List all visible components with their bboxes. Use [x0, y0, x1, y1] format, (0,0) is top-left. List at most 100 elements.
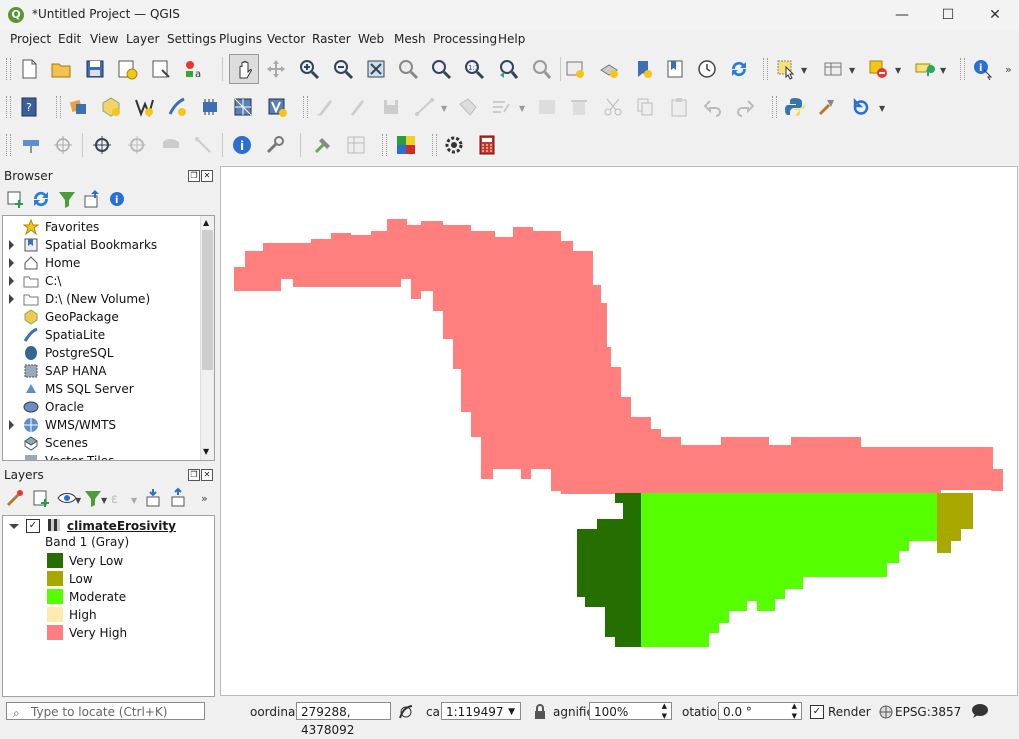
new-spatialite-layer-icon[interactable]	[164, 94, 190, 120]
new-bookmark-icon[interactable]	[630, 56, 656, 82]
menu-mesh[interactable]: Mesh	[394, 32, 426, 46]
scale-dropdown-arrow[interactable]: ▼	[508, 703, 515, 721]
visibility-dropdown-arrow[interactable]: ▼	[75, 496, 81, 505]
browser-close-icon[interactable]: ✕	[201, 170, 213, 182]
crs-globe-icon[interactable]	[878, 704, 894, 720]
browser-item[interactable]: D:\ (New Volume)	[3, 290, 214, 308]
style-manager-icon[interactable]: a	[181, 56, 207, 82]
map-canvas[interactable]	[220, 166, 1018, 696]
toggle-editing-icon[interactable]	[344, 94, 370, 120]
browser-item[interactable]: Scenes	[3, 434, 214, 452]
reset-track-icon[interactable]	[190, 132, 216, 158]
menu-help[interactable]: Help	[498, 32, 525, 46]
scroll-down-arrow[interactable]: ▼	[203, 447, 209, 456]
show-bookmarks-icon[interactable]	[662, 56, 688, 82]
browser-item[interactable]: WMS/WMTS	[3, 416, 214, 434]
menu-settings[interactable]: Settings	[167, 32, 216, 46]
attribute-table-icon[interactable]	[820, 56, 846, 82]
zoom-full-icon[interactable]	[363, 56, 389, 82]
zoom-out-icon[interactable]	[330, 56, 356, 82]
identify-features-icon[interactable]: i	[970, 56, 996, 82]
layer-visibility-checkbox[interactable]: ✓	[26, 519, 40, 533]
browser-item[interactable]: Vector Tiles	[3, 452, 214, 460]
browser-float-icon[interactable]: ❐	[188, 170, 200, 182]
plugin-manager-icon[interactable]	[310, 132, 336, 158]
zoom-last-icon[interactable]	[495, 56, 521, 82]
expand-arrow-icon[interactable]	[9, 294, 14, 304]
new-virtual-layer-icon[interactable]	[197, 94, 223, 120]
layer-collapse-arrow[interactable]	[9, 524, 19, 529]
menu-layer[interactable]: Layer	[126, 32, 159, 46]
toolbar-handle[interactable]	[6, 134, 11, 156]
zoom-native-icon[interactable]: 1:1	[461, 56, 487, 82]
new-shapefile-layer-icon[interactable]	[131, 94, 157, 120]
location-dropdown-arrow[interactable]: ▼	[940, 66, 946, 75]
select-features-icon[interactable]	[773, 56, 799, 82]
options-wrench-icon[interactable]	[262, 132, 288, 158]
menu-view[interactable]: View	[90, 32, 118, 46]
collapse-all-icon[interactable]	[168, 487, 190, 509]
browser-item[interactable]: GeoPackage	[3, 308, 214, 326]
expand-arrow-icon[interactable]	[9, 420, 14, 430]
browser-properties-icon[interactable]: i	[106, 188, 128, 210]
current-edits-icon[interactable]	[312, 94, 338, 120]
pan-to-selection-icon[interactable]	[263, 56, 289, 82]
new-3d-map-view-icon[interactable]	[596, 56, 622, 82]
expand-all-icon[interactable]	[143, 487, 165, 509]
zoom-in-icon[interactable]	[296, 56, 322, 82]
expression-dropdown-arrow[interactable]: ▼	[131, 496, 137, 505]
add-point-icon[interactable]	[124, 132, 150, 158]
layer-name[interactable]: climateErosivity	[67, 519, 176, 533]
filter-expression-icon[interactable]: ε	[108, 487, 130, 509]
select-dropdown-arrow[interactable]: ▼	[801, 66, 807, 75]
browser-item[interactable]: Favorites	[3, 218, 214, 236]
menu-project[interactable]: Project	[10, 32, 51, 46]
coordinate-field[interactable]: 279288, 4378092	[296, 702, 391, 737]
new-map-view-icon[interactable]	[562, 56, 588, 82]
new-mesh-layer-icon[interactable]	[230, 94, 256, 120]
menu-processing[interactable]: Processing	[433, 32, 497, 46]
modify-dropdown-arrow[interactable]: ▼	[519, 104, 525, 113]
browser-item[interactable]: SAP HANA	[3, 362, 214, 380]
crs-label[interactable]: EPSG:3857	[895, 705, 961, 719]
layer-styling-icon[interactable]	[4, 487, 26, 509]
maximize-button[interactable]: ☐	[925, 0, 971, 30]
menu-raster[interactable]: Raster	[312, 32, 351, 46]
processing-toolbox-icon[interactable]	[814, 94, 840, 120]
browser-item[interactable]: C:\	[3, 272, 214, 290]
temporal-controller-icon[interactable]	[694, 56, 720, 82]
toolbar-handle[interactable]	[6, 58, 11, 80]
edit-attributes-icon[interactable]	[534, 94, 560, 120]
rotation-spin-arrows[interactable]: ▲ ▼	[792, 701, 797, 721]
save-project-icon[interactable]	[82, 56, 108, 82]
scrollbar-thumb[interactable]	[202, 230, 213, 370]
magnifier-spin-arrows[interactable]: ▲ ▼	[662, 701, 667, 721]
processing-settings-gear-icon[interactable]	[441, 132, 467, 158]
new-project-icon[interactable]	[16, 56, 42, 82]
add-group-icon[interactable]	[30, 487, 52, 509]
menu-plugins[interactable]: Plugins	[219, 32, 262, 46]
browser-tree[interactable]: Favorites Spatial Bookmarks Home C:\ D:\ (Ne…	[2, 215, 215, 461]
pan-map-icon[interactable]	[229, 54, 259, 84]
model-history-icon[interactable]	[848, 94, 874, 120]
expand-arrow-icon[interactable]	[9, 276, 14, 286]
cut-features-icon[interactable]	[600, 94, 626, 120]
browser-item[interactable]: MS SQL Server	[3, 380, 214, 398]
toggle-extents-icon[interactable]	[397, 703, 415, 721]
select-by-location-icon[interactable]	[911, 56, 937, 82]
toolbar-handle[interactable]	[382, 134, 387, 156]
messages-icon[interactable]	[971, 703, 989, 719]
attribute-dropdown-arrow[interactable]: ▼	[849, 66, 855, 75]
digitize-line-icon[interactable]	[412, 94, 438, 120]
zoom-to-selection-icon[interactable]	[395, 56, 421, 82]
toolbar-handle[interactable]	[432, 134, 437, 156]
help-contents-icon[interactable]: ?	[16, 94, 42, 120]
menu-web[interactable]: Web	[358, 32, 384, 46]
browser-collapse-all-icon[interactable]	[81, 188, 103, 210]
zoom-to-layer-icon[interactable]	[428, 56, 454, 82]
history-dropdown-arrow[interactable]: ▼	[879, 104, 885, 113]
browser-item[interactable]: Spatial Bookmarks	[3, 236, 214, 254]
open-project-icon[interactable]	[48, 56, 74, 82]
close-button[interactable]: ✕	[972, 0, 1018, 30]
undo-icon[interactable]	[700, 94, 726, 120]
